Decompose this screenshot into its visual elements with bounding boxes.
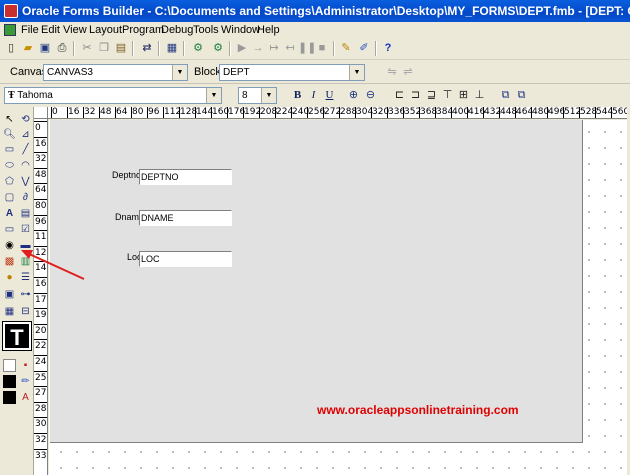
annotation-arrow [21, 250, 85, 280]
arrow-shaft [26, 252, 85, 280]
